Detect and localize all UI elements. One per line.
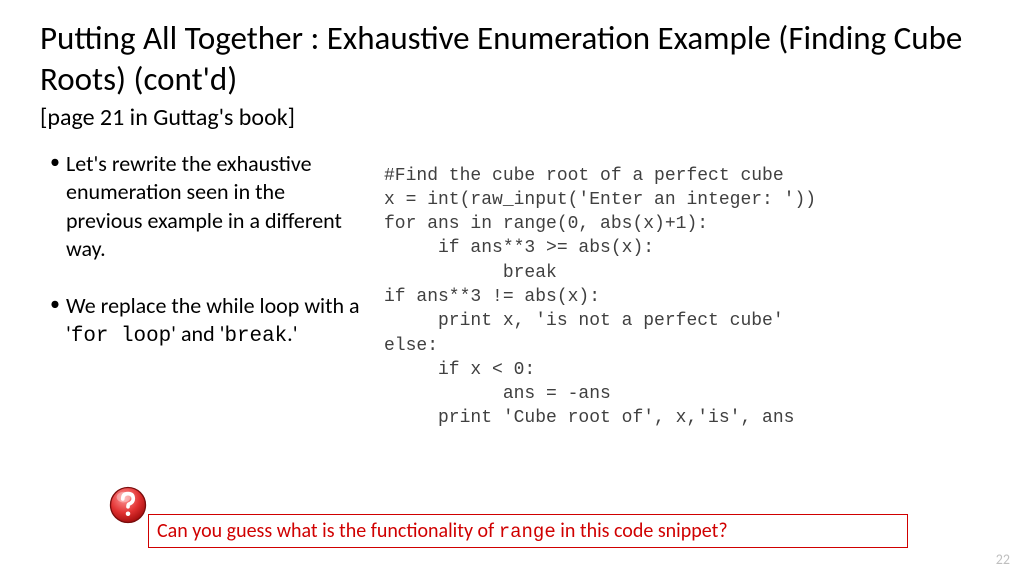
code-line: if x < 0:: [384, 360, 535, 380]
bullet-fragment: ' and ': [171, 320, 224, 347]
code-block: #Find the cube root of a perfect cube x …: [384, 164, 984, 431]
callout-box: Can you guess what is the functionality …: [148, 514, 908, 548]
inline-code: break: [224, 325, 287, 348]
code-line: if ans**3 != abs(x):: [384, 287, 600, 307]
code-line: print 'Cube root of', x,'is', ans: [384, 408, 794, 428]
code-line: if ans**3 >= abs(x):: [384, 238, 654, 258]
slide-subtitle: [page 21 in Guttag's book]: [40, 103, 984, 132]
slide-title: Putting All Together : Exhaustive Enumer…: [40, 18, 984, 101]
bullet-dot: •: [46, 150, 66, 264]
right-column: #Find the cube root of a perfect cube x …: [384, 150, 984, 431]
callout-fragment: Can you guess what is the functionality …: [157, 519, 499, 543]
bullet-text: Let's rewrite the exhaustive enumeration…: [66, 150, 360, 264]
inline-code: for loop: [71, 325, 171, 348]
code-line: else:: [384, 336, 438, 356]
bullet-dot: •: [46, 292, 66, 351]
page-number: 22: [996, 551, 1010, 568]
inline-code: range: [499, 521, 556, 543]
bullet-text: We replace the while loop with a 'for lo…: [66, 292, 360, 351]
bullet-item: • We replace the while loop with a 'for …: [46, 292, 360, 351]
code-line: break: [384, 263, 557, 283]
slide: Putting All Together : Exhaustive Enumer…: [0, 0, 1024, 431]
bullet-fragment: .': [287, 320, 297, 347]
callout-fragment: in this code snippet?: [556, 519, 728, 543]
code-line: #Find the cube root of a perfect cube: [384, 166, 784, 186]
code-line: ans = -ans: [384, 384, 611, 404]
code-line: print x, 'is not a perfect cube': [384, 311, 784, 331]
body-row: • Let's rewrite the exhaustive enumerati…: [40, 150, 984, 431]
help-icon: [107, 484, 149, 526]
code-line: for ans in range(0, abs(x)+1):: [384, 214, 708, 234]
left-column: • Let's rewrite the exhaustive enumerati…: [40, 150, 360, 431]
bullet-item: • Let's rewrite the exhaustive enumerati…: [46, 150, 360, 264]
code-line: x = int(raw_input('Enter an integer: ')): [384, 190, 816, 210]
